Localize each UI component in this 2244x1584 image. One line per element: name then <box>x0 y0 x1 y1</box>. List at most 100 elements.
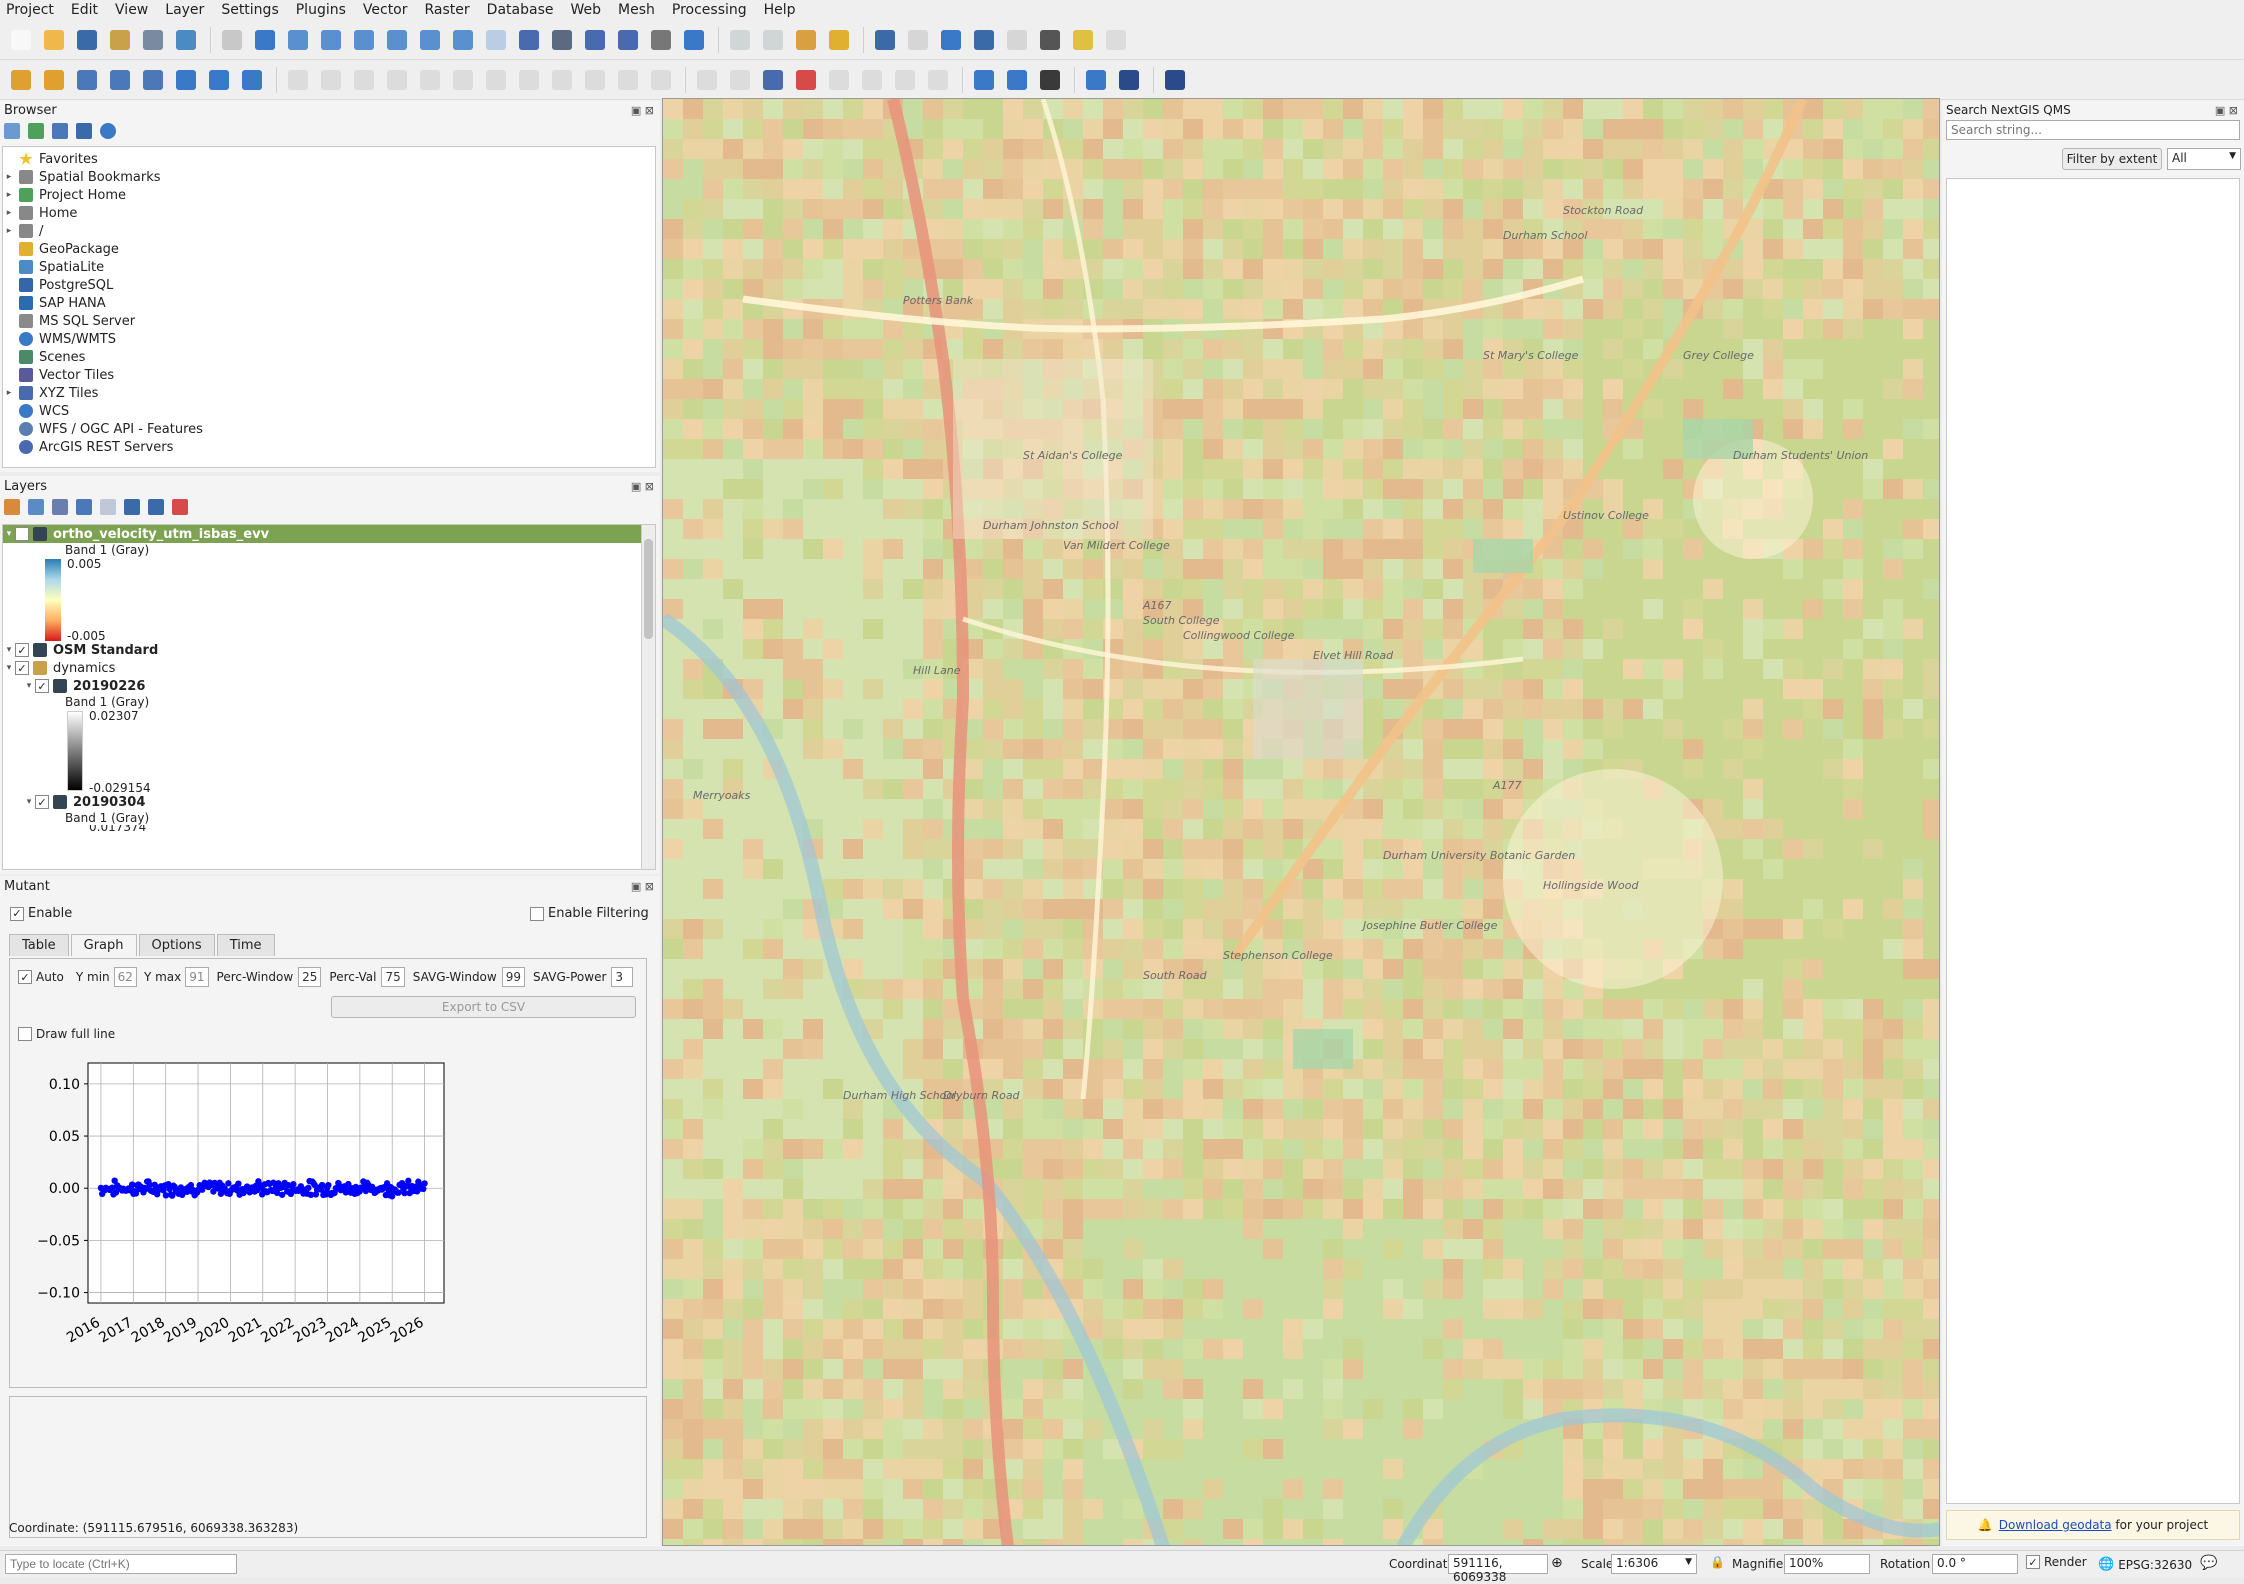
collapse-all-icon[interactable] <box>76 123 92 139</box>
map-tips-icon[interactable] <box>1068 25 1098 55</box>
perc-val-input[interactable]: 75 <box>381 967 404 987</box>
annotation-icon[interactable] <box>1101 25 1131 55</box>
properties-icon[interactable] <box>100 123 116 139</box>
expand-arrow-icon[interactable]: ▸ <box>3 190 15 200</box>
zoom-in-icon[interactable] <box>283 25 313 55</box>
panel-float-close-icon[interactable]: ▣ ⊠ <box>631 104 654 117</box>
menu-processing[interactable]: Processing <box>672 2 747 18</box>
print-layout-icon[interactable] <box>138 25 168 55</box>
deselect-icon[interactable] <box>791 25 821 55</box>
refresh-icon[interactable] <box>679 25 709 55</box>
menu-web[interactable]: Web <box>570 2 601 18</box>
group-row-dynamics[interactable]: ▾✓dynamics <box>3 659 655 677</box>
layer-checkbox[interactable]: ✓ <box>15 643 29 657</box>
enable-filtering-checkbox[interactable] <box>530 907 544 921</box>
zoom-to-layer-icon[interactable] <box>415 25 445 55</box>
layers-scrollbar[interactable] <box>641 525 655 870</box>
zoom-full-icon[interactable] <box>349 25 379 55</box>
browser-item[interactable]: WMS/WMTS <box>3 330 655 348</box>
menu-view[interactable]: View <box>115 2 148 18</box>
layer-checkbox[interactable]: ✓ <box>15 661 29 675</box>
browser-item[interactable]: WFS / OGC API - Features <box>3 420 655 438</box>
pan-to-selection-icon[interactable] <box>250 25 280 55</box>
browser-item[interactable]: Vector Tiles <box>3 366 655 384</box>
layer-checkbox[interactable]: ✓ <box>35 795 49 809</box>
clock-icon[interactable] <box>646 25 676 55</box>
bookmark-icon[interactable] <box>613 25 643 55</box>
move-feature-icon[interactable] <box>448 65 478 95</box>
browser-item[interactable]: ▸Home <box>3 204 655 222</box>
ymin-input[interactable]: 62 <box>114 967 137 987</box>
expand-all-icon[interactable] <box>124 499 140 515</box>
delete-icon[interactable] <box>481 65 511 95</box>
browser-item[interactable]: ▸Spatial Bookmarks <box>3 168 655 186</box>
filter-icon[interactable] <box>52 123 68 139</box>
add-wfs-icon[interactable] <box>237 65 267 95</box>
draw-full-line-row[interactable]: Draw full line <box>18 1027 115 1041</box>
tab-time[interactable]: Time <box>217 934 275 956</box>
expand-arrow-icon[interactable]: ▸ <box>3 172 15 182</box>
zoom-to-selection-icon[interactable] <box>382 25 412 55</box>
select-location-icon[interactable] <box>824 25 854 55</box>
browser-item[interactable]: ▸Project Home <box>3 186 655 204</box>
help-icon[interactable] <box>1160 65 1190 95</box>
paste-icon[interactable] <box>580 65 610 95</box>
savg-window-input[interactable]: 99 <box>502 967 525 987</box>
toggle-edit-icon[interactable] <box>316 65 346 95</box>
redo-icon[interactable] <box>646 65 676 95</box>
layer-row-velocity[interactable]: ▾✓ortho_velocity_utm_isbas_evv <box>3 525 641 543</box>
save-project-icon[interactable] <box>72 25 102 55</box>
expand-arrow-icon[interactable]: ▸ <box>3 226 15 236</box>
menu-plugins[interactable]: Plugins <box>296 2 346 18</box>
expand-arrow-icon[interactable]: ▸ <box>3 388 15 398</box>
style-icon[interactable] <box>4 499 20 515</box>
select-icon[interactable] <box>725 25 755 55</box>
remove-layer-icon[interactable] <box>172 499 188 515</box>
zoom-last-icon[interactable] <box>481 25 511 55</box>
raster-layer-icon[interactable] <box>171 65 201 95</box>
layer-row-osm[interactable]: ▾✓OSM Standard <box>3 641 655 659</box>
abc-label-icon[interactable] <box>791 65 821 95</box>
browser-item[interactable]: SAP HANA <box>3 294 655 312</box>
new-map-view-icon[interactable] <box>514 25 544 55</box>
ymax-input[interactable]: 91 <box>185 967 208 987</box>
map-svg[interactable]: A167A177Potters BankDurham Johnston Scho… <box>663 99 1940 1546</box>
processing-icon[interactable] <box>1114 65 1144 95</box>
new-spatialite-icon[interactable] <box>105 65 135 95</box>
save-edits-icon[interactable] <box>349 65 379 95</box>
menu-layer[interactable]: Layer <box>165 2 204 18</box>
identify-icon[interactable] <box>870 25 900 55</box>
add-wms-icon[interactable] <box>204 65 234 95</box>
export-csv-button[interactable]: Export to CSV <box>331 996 636 1018</box>
scrollbar-thumb[interactable] <box>644 539 653 639</box>
menu-project[interactable]: Project <box>6 2 54 18</box>
temporal-icon[interactable] <box>580 25 610 55</box>
vertex-tool-icon[interactable] <box>415 65 445 95</box>
tab-graph[interactable]: Graph <box>71 934 137 956</box>
mutant-icon[interactable] <box>1035 65 1065 95</box>
visibility-icon[interactable] <box>52 499 68 515</box>
new-shapefile-icon[interactable] <box>72 65 102 95</box>
field-calc-icon[interactable] <box>1002 25 1032 55</box>
browser-item[interactable]: Scenes <box>3 348 655 366</box>
save-as-icon[interactable] <box>105 25 135 55</box>
zoom-native-icon[interactable] <box>448 25 478 55</box>
browser-item[interactable]: SpatiaLite <box>3 258 655 276</box>
new-project-icon[interactable] <box>6 25 36 55</box>
browser-item[interactable]: Favorites <box>3 150 655 168</box>
new-3d-map-icon[interactable] <box>547 25 577 55</box>
draw-full-line-checkbox[interactable] <box>18 1027 32 1041</box>
measure-icon[interactable] <box>1035 25 1065 55</box>
refresh-icon[interactable] <box>28 123 44 139</box>
settings-gear-icon[interactable] <box>936 25 966 55</box>
qms-search-icon[interactable] <box>969 65 999 95</box>
panel-float-close-icon[interactable]: ▣ ⊠ <box>631 880 654 893</box>
layer-checkbox[interactable]: ✓ <box>35 679 49 693</box>
qms-icon[interactable] <box>1002 65 1032 95</box>
enable-filtering-row[interactable]: Enable Filtering <box>530 906 649 921</box>
menu-edit[interactable]: Edit <box>71 2 98 18</box>
attribute-table-icon[interactable] <box>903 25 933 55</box>
open-project-icon[interactable] <box>39 25 69 55</box>
copy-icon[interactable] <box>547 65 577 95</box>
browser-item[interactable]: ▸/ <box>3 222 655 240</box>
